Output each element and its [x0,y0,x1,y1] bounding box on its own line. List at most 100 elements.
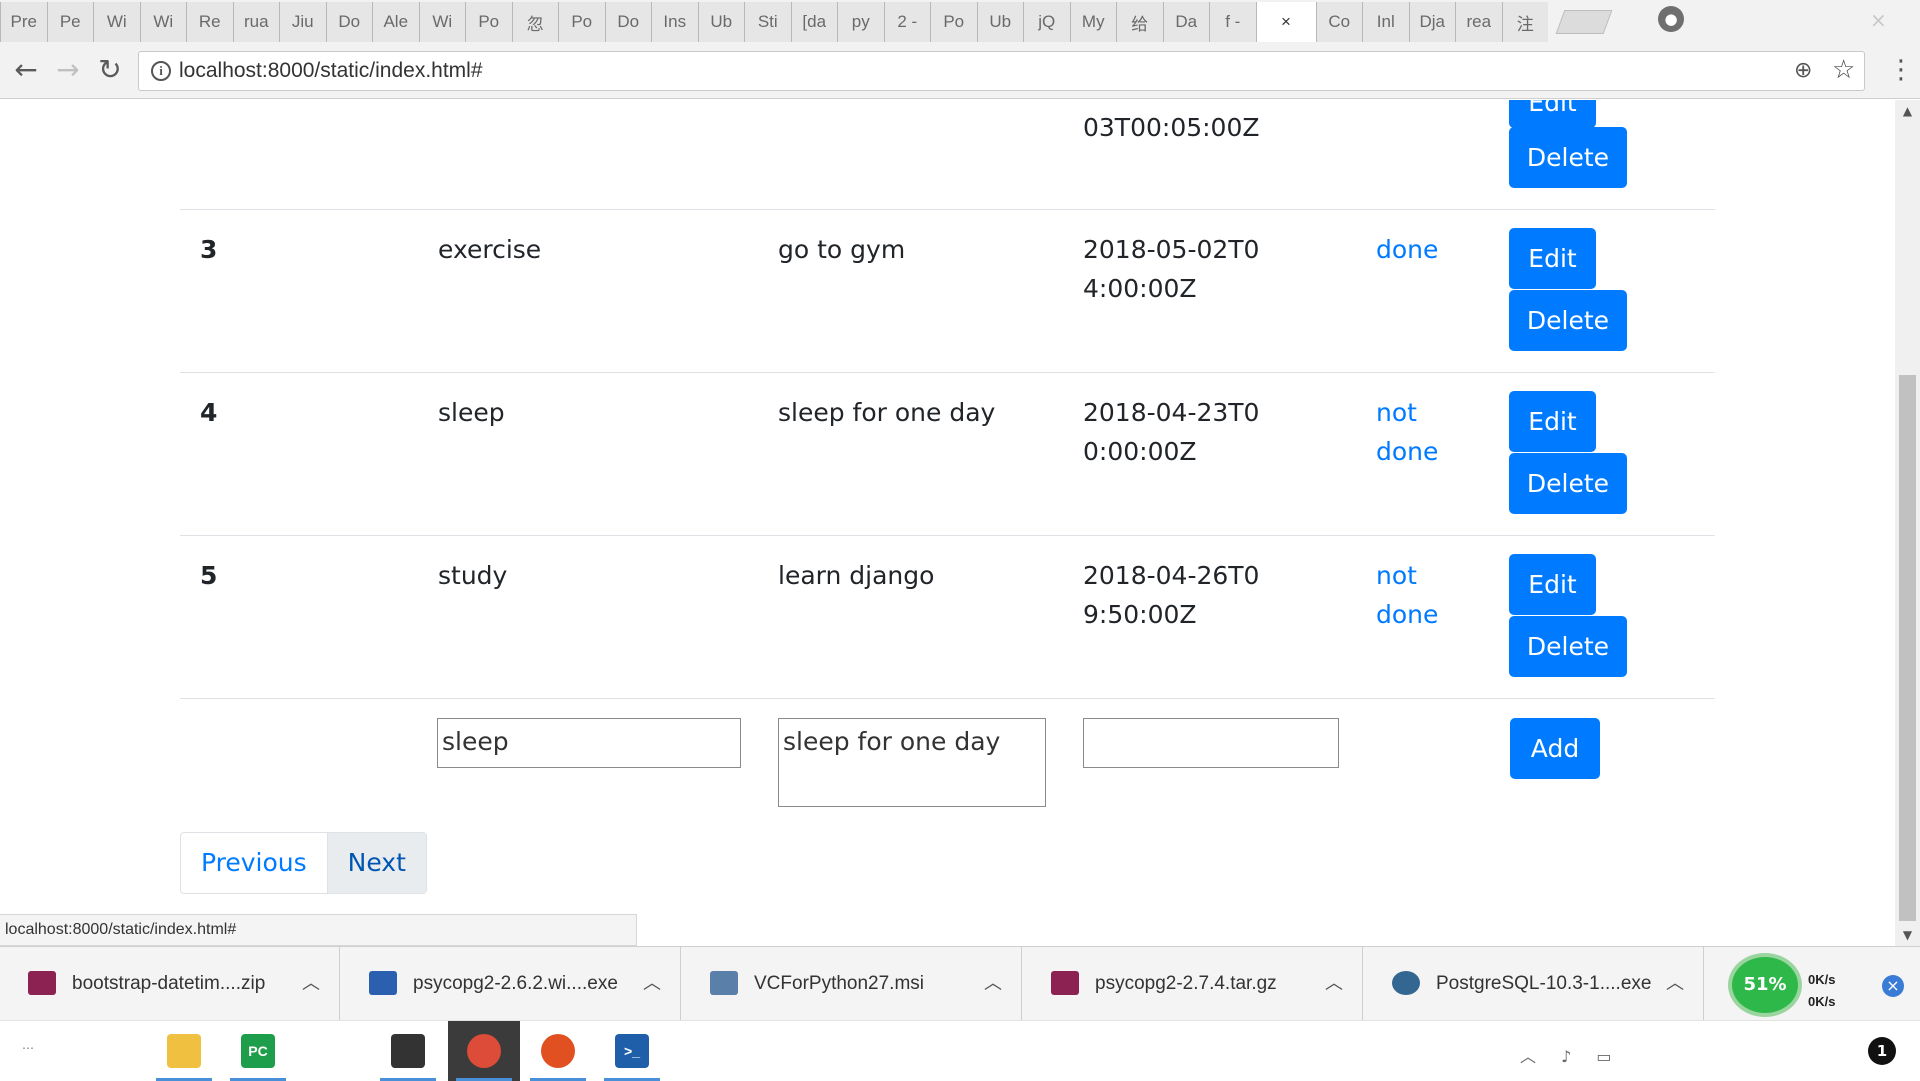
delete-button[interactable]: Delete [1509,290,1627,351]
download-item[interactable]: psycopg2-2.7.4.tar.gz ︿ [1023,947,1363,1021]
browser-tab[interactable]: [da [790,2,837,42]
delete-button[interactable]: Delete [1509,127,1627,188]
tab-label: 注 [1516,14,1534,34]
edit-button[interactable]: Edit [1509,228,1596,289]
chrome-app[interactable] [448,1021,520,1081]
bookmark-star-icon[interactable]: ☆ [1832,55,1855,85]
back-icon[interactable]: ← [10,55,42,85]
browser-tab[interactable]: My [1069,2,1116,42]
browser-tab[interactable]: Wi [418,2,465,42]
tab-label: Ale [383,12,409,31]
status-link[interactable]: done [1376,230,1466,269]
download-item[interactable]: psycopg2-2.6.2.wi....exe ︿ [341,947,681,1021]
chevron-up-icon[interactable]: ︿ [643,969,661,995]
scroll-down-icon[interactable]: ▼ [1895,924,1920,946]
browser-tab[interactable]: Po [558,2,605,42]
forward-icon[interactable]: → [52,55,84,85]
address-bar[interactable]: i localhost:8000/static/index.html# ⊕ ☆ [138,51,1865,91]
previous-page-button[interactable]: Previous [181,833,327,893]
browser-tab[interactable]: 忽 [511,2,558,42]
download-speed: 0K/s [1808,994,1836,1009]
zoom-icon[interactable]: ⊕ [1794,58,1812,83]
active-tab[interactable]: × [1255,2,1316,42]
browser-tab[interactable]: Do [325,2,372,42]
browser-tab[interactable]: Jiu [279,2,326,42]
reload-icon[interactable]: ↻ [94,55,126,85]
status-bar-url: localhost:8000/static/index.html# [0,914,637,946]
download-item[interactable]: bootstrap-datetim....zip ︿ [0,947,340,1021]
edit-button[interactable]: Edit [1509,391,1596,452]
browser-tab[interactable]: Da [1162,2,1209,42]
browser-tab[interactable]: jQ [1023,2,1070,42]
download-item[interactable]: VCForPython27.msi ︿ [682,947,1022,1021]
download-item[interactable]: PostgreSQL-10.3-1....exe ︿ [1364,947,1704,1021]
profile-icon[interactable]: ● [1658,6,1684,32]
tab-label: Do [617,12,640,31]
vertical-scrollbar[interactable]: ▲ ▼ [1895,100,1920,946]
info-icon[interactable]: i [151,61,171,81]
edit-button[interactable]: Edit [1509,554,1596,615]
add-button[interactable]: Add [1510,718,1600,779]
tab-label: Po [943,12,965,31]
title-input[interactable]: sleep [437,718,741,768]
powershell-app[interactable]: >_ [596,1021,668,1081]
window-close-icon[interactable]: × [1870,8,1887,32]
scroll-up-icon[interactable]: ▲ [1895,100,1920,122]
close-icon[interactable]: × [1882,975,1904,997]
file-explorer-app[interactable] [148,1021,220,1081]
terminal-icon [391,1034,425,1068]
browser-tab[interactable]: f - [1209,2,1256,42]
chevron-up-icon[interactable]: ︿ [984,969,1002,995]
postman-app[interactable] [522,1021,594,1081]
browser-tab[interactable]: Pe [46,2,93,42]
browser-tab[interactable]: py [837,2,884,42]
browser-tab[interactable]: Re [186,2,233,42]
status-link[interactable]: not done [1376,393,1466,471]
browser-tab[interactable]: rua [232,2,279,42]
browser-tab[interactable]: Wi [93,2,140,42]
status-link[interactable]: not done [1376,556,1466,634]
browser-tab[interactable]: Po [930,2,977,42]
system-tray[interactable]: ︿ ♪ ▭ [1520,1043,1622,1067]
powershell-icon: >_ [615,1034,649,1068]
delete-button[interactable]: Delete [1509,453,1627,514]
search-icon[interactable]: ⋯ [22,1041,34,1055]
browser-tab[interactable]: 注 [1501,2,1548,42]
chevron-up-icon[interactable]: ︿ [1666,969,1684,995]
browser-tab[interactable]: Dja [1408,2,1455,42]
notification-badge[interactable]: 1 [1868,1037,1896,1065]
terminal-app[interactable] [372,1021,444,1081]
browser-tab[interactable]: 2 - [883,2,930,42]
tab-label: f - [1225,12,1241,31]
delete-button[interactable]: Delete [1509,616,1627,677]
chevron-up-icon[interactable]: ︿ [302,969,320,995]
new-tab-button[interactable] [1555,10,1613,34]
browser-tab[interactable]: 给 [1116,2,1163,42]
browser-tab[interactable]: Ale [372,2,419,42]
tab-label: Po [571,12,593,31]
browser-tab[interactable]: Co [1315,2,1362,42]
tab-close-icon[interactable]: × [1281,12,1291,32]
date-cell: 2018-04-26T09:50:00Z [1083,561,1260,629]
browser-tab[interactable]: Ub [697,2,744,42]
url-text[interactable]: localhost:8000/static/index.html# [179,59,483,83]
browser-tab[interactable]: Ins [651,2,698,42]
browser-tab[interactable]: Do [604,2,651,42]
browser-tab[interactable]: rea [1455,2,1502,42]
next-page-button[interactable]: Next [326,833,426,893]
pycharm-app[interactable]: PC [222,1021,294,1081]
browser-tab[interactable]: Po [465,2,512,42]
chrome-icon [467,1034,501,1068]
add-form-row: sleep sleep for one day Add [180,698,1715,818]
scrollbar-thumb[interactable] [1899,375,1916,921]
browser-menu-icon[interactable]: ⋮ [1888,56,1914,84]
browser-tab[interactable]: Sti [744,2,791,42]
chevron-up-icon[interactable]: ︿ [1325,969,1343,995]
date-input[interactable] [1083,718,1339,768]
browser-tab[interactable]: Inl [1362,2,1409,42]
edit-button[interactable]: Edit [1509,100,1596,128]
description-textarea[interactable]: sleep for one day [778,718,1046,807]
browser-tab[interactable]: Ub [976,2,1023,42]
browser-tab[interactable]: Pre [0,2,47,42]
browser-tab[interactable]: Wi [139,2,186,42]
